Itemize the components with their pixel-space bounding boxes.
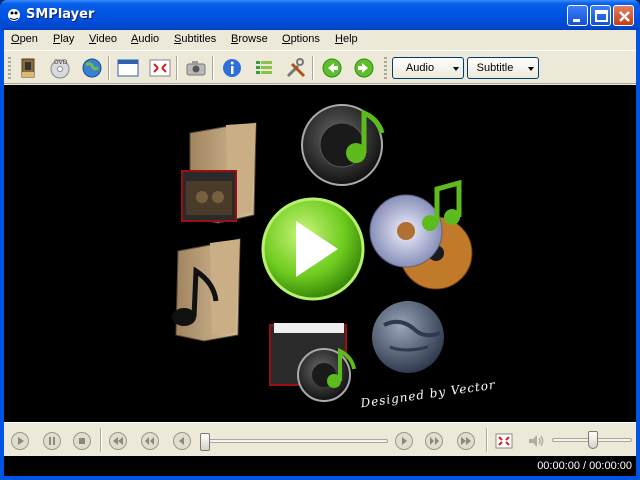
subtitle-track-combo[interactable]: Subtitle (467, 57, 539, 79)
audio-track-combo[interactable]: Audio (392, 57, 464, 79)
menu-bar: Open Play Video Audio Subtitles Browse O… (4, 30, 636, 50)
previous-icon[interactable] (320, 56, 344, 80)
smplayer-window: SMPlayer Open Play Video Audio Subtitles… (0, 0, 640, 480)
info-icon[interactable] (220, 56, 244, 80)
toolbar-separator (108, 56, 110, 80)
fullscreen-icon[interactable] (148, 56, 172, 80)
control-separator (100, 428, 102, 452)
forward-long-icon[interactable] (456, 431, 476, 451)
music-speaker-icon (301, 104, 385, 186)
play-logo-icon (261, 197, 365, 301)
volume-handle[interactable] (588, 431, 598, 449)
chevron-down-icon (453, 67, 459, 71)
menu-video[interactable]: Video (89, 33, 117, 45)
maximize-button[interactable] (590, 5, 611, 26)
stop-icon[interactable] (72, 431, 92, 451)
menu-options[interactable]: Options (282, 33, 320, 45)
seek-handle[interactable] (200, 433, 210, 451)
toolbar-grip[interactable] (384, 57, 387, 79)
close-button[interactable] (613, 5, 634, 26)
fullscreen-icon[interactable] (494, 431, 514, 451)
cd-music-icon (369, 179, 473, 290)
chevron-down-icon (528, 67, 534, 71)
screenshot-icon[interactable] (184, 56, 208, 80)
minimize-button[interactable] (567, 5, 588, 26)
compact-view-icon[interactable] (116, 56, 140, 80)
forward-short-icon[interactable] (394, 431, 414, 451)
minimize-icon (573, 19, 580, 22)
close-icon (619, 11, 630, 22)
next-icon[interactable] (352, 56, 376, 80)
pause-icon[interactable] (42, 431, 62, 451)
rewind-long-icon[interactable] (108, 431, 128, 451)
forward-medium-icon[interactable] (424, 431, 444, 451)
client-area: Open Play Video Audio Subtitles Browse O… (4, 30, 636, 476)
toolbar-grip[interactable] (8, 57, 11, 79)
menu-help[interactable]: Help (335, 33, 358, 45)
play-icon[interactable] (10, 431, 30, 451)
music-folder-icon (172, 238, 241, 342)
control-separator (486, 428, 488, 452)
toolbar-separator (312, 56, 314, 80)
open-file-icon[interactable] (16, 56, 40, 80)
menu-subtitles[interactable]: Subtitles (174, 33, 216, 45)
audio-combo-label: Audio (405, 62, 435, 74)
dvd-icon[interactable]: DVD (48, 56, 72, 80)
preferences-icon[interactable] (284, 56, 308, 80)
menu-play[interactable]: Play (53, 33, 74, 45)
subtitle-combo-label: Subtitle (476, 62, 514, 74)
video-folder-icon (181, 122, 257, 224)
svg-text:DVD: DVD (54, 59, 68, 66)
app-icon (8, 9, 20, 21)
menu-audio[interactable]: Audio (131, 33, 159, 45)
volume-icon[interactable] (526, 431, 546, 451)
smplayer-logo (172, 104, 473, 402)
toolbar-separator (212, 56, 214, 80)
url-globe-icon[interactable] (80, 56, 104, 80)
video-audio-icon (269, 323, 356, 402)
status-bar: 00:00:00 / 00:00:00 (4, 456, 636, 476)
rewind-short-icon[interactable] (172, 431, 192, 451)
main-toolbar: DVD Audio Subtitle (4, 50, 636, 84)
control-bar (4, 422, 636, 456)
playlist-icon[interactable] (252, 56, 276, 80)
menu-browse[interactable]: Browse (231, 33, 268, 45)
video-area[interactable]: Designed by Vector (4, 85, 636, 422)
globe-icon (372, 301, 444, 373)
rewind-medium-icon[interactable] (140, 431, 160, 451)
window-title: SMPlayer (26, 7, 95, 22)
maximize-icon (595, 10, 608, 22)
title-bar[interactable]: SMPlayer (0, 0, 640, 30)
time-display: 00:00:00 / 00:00:00 (537, 460, 632, 472)
seek-bar[interactable] (202, 439, 388, 443)
toolbar-separator (176, 56, 178, 80)
menu-open[interactable]: Open (11, 33, 38, 45)
